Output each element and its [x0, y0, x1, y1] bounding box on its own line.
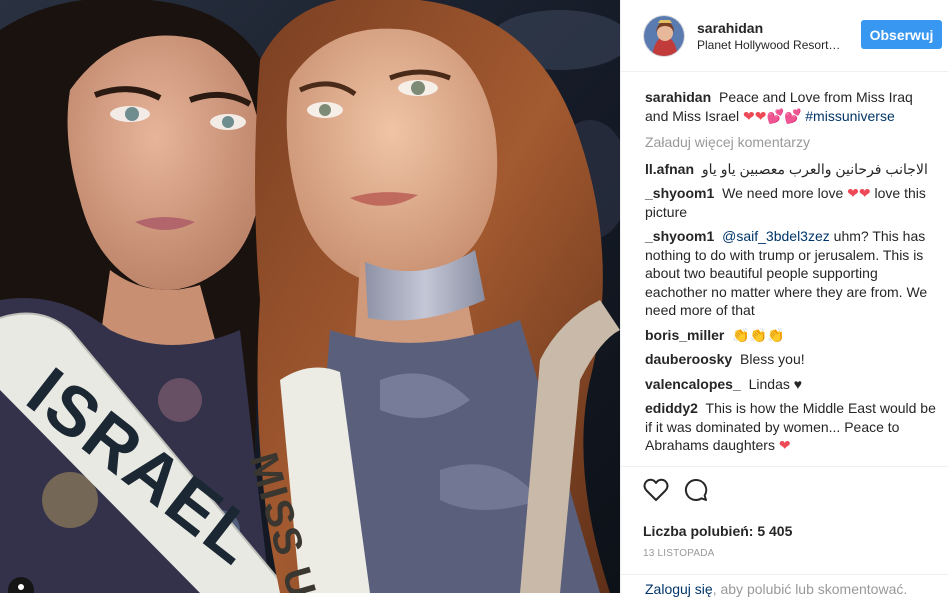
comment-username[interactable]: valencalopes_ [645, 376, 741, 392]
comment-username[interactable]: boris_miller [645, 327, 724, 343]
comment-username[interactable]: _shyoom1 [645, 185, 714, 201]
comment: ediddy2 This is how the Middle East woul… [645, 399, 936, 455]
login-prompt-text: , aby polubić lub skomentować. [712, 581, 908, 597]
comment: _shyoom1 We need more love ❤❤ love this … [645, 184, 936, 221]
post-date[interactable]: 13 listopada [643, 548, 948, 559]
comment: ll.afnan الاجانب فرحانين والعرب معصبين ي… [645, 160, 936, 179]
comment-text: Bless you! [740, 351, 805, 367]
likes-number: 5 405 [757, 523, 793, 539]
comment: _shyoom1 @saif_3bdel3zez uhm? This has n… [645, 227, 936, 320]
comment-username[interactable]: ll.afnan [645, 161, 694, 177]
comment-username[interactable]: _shyoom1 [645, 228, 714, 244]
comment-username[interactable]: ediddy2 [645, 400, 698, 416]
caption-emoji: ❤❤💕💕 [743, 107, 802, 124]
likes-label: Liczba polubień: [643, 523, 754, 539]
comment-username[interactable]: dauberoosky [645, 351, 732, 367]
post-sidebar: sarahidan Planet Hollywood Resort & Casi… [620, 0, 948, 597]
follow-button[interactable]: Obserwuj [861, 20, 942, 49]
comments-list: sarahidan Peace and Love from Miss Iraq … [621, 72, 948, 455]
post-actions: Liczba polubień: 5 405 13 listopada [621, 466, 948, 559]
instagram-post: ISRAEL MISS U sarahidan Planet Hollywood… [0, 0, 948, 597]
comment-mention[interactable]: @saif_3bdel3zez [722, 228, 830, 244]
avatar[interactable] [643, 14, 685, 57]
speech-bubble-icon[interactable] [683, 478, 709, 502]
action-buttons [643, 477, 948, 503]
caption-username[interactable]: sarahidan [645, 89, 711, 105]
comment-text: Lindas [748, 375, 790, 392]
comment: valencalopes_ Lindas ♥ [645, 375, 936, 394]
login-link[interactable]: Zaloguj się [645, 581, 713, 597]
comment-text: We need more love [722, 185, 844, 201]
heart-outline-icon[interactable] [643, 478, 669, 502]
post-location[interactable]: Planet Hollywood Resort & Casino [697, 37, 843, 53]
comment-emoji: ♥ [793, 375, 803, 392]
comment: boris_miller 👏👏👏 [645, 326, 936, 345]
avatar-image [644, 15, 684, 56]
load-more-comments-link[interactable]: Załaduj więcej komentarzy [645, 133, 936, 152]
comment-emoji: ❤ [778, 437, 791, 453]
comment: dauberoosky Bless you! [645, 350, 936, 369]
comment-emoji: ❤❤ [847, 185, 871, 201]
comment-emoji: 👏👏👏 [732, 326, 785, 343]
photo-illustration [0, 0, 620, 593]
login-prompt: Zaloguj się, aby polubić lub skomentować… [621, 574, 948, 597]
caption-hashtag[interactable]: #missuniverse [805, 108, 894, 124]
likes-count[interactable]: Liczba polubień: 5 405 [643, 523, 948, 539]
post-header: sarahidan Planet Hollywood Resort & Casi… [621, 0, 948, 72]
caption: sarahidan Peace and Love from Miss Iraq … [645, 88, 936, 125]
post-photo[interactable]: ISRAEL MISS U [0, 0, 620, 593]
comment-text: الاجانب فرحانين والعرب معصبين ياو ياو [701, 160, 928, 177]
